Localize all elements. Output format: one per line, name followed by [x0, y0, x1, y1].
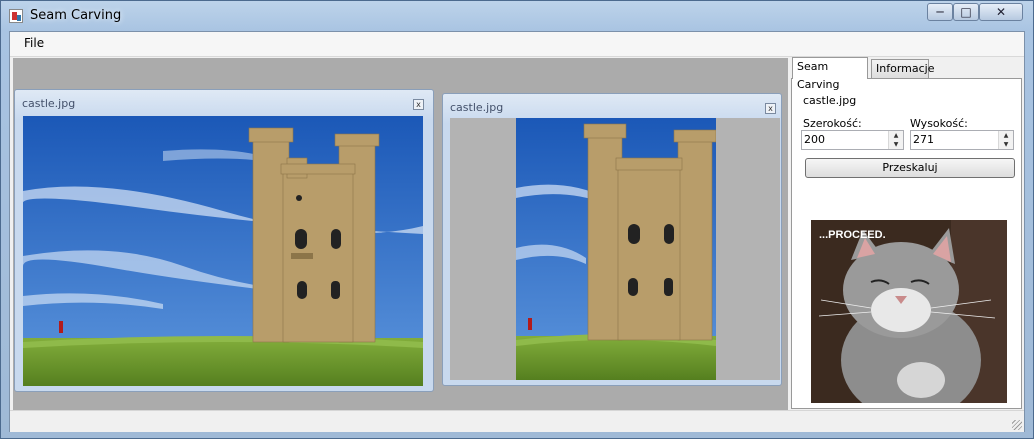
width-label: Szerokość:	[803, 117, 862, 130]
spin-up-icon[interactable]: ▲	[889, 131, 903, 140]
status-bar	[10, 410, 1024, 432]
tab-informacje[interactable]: Informacje	[871, 59, 934, 79]
menu-bar: File	[10, 32, 1024, 57]
height-input[interactable]: 271 ▲ ▼	[910, 130, 1014, 150]
carved-image	[450, 118, 780, 380]
width-value: 200	[804, 133, 825, 146]
height-spinner[interactable]: ▲ ▼	[998, 131, 1013, 149]
maximize-button[interactable]: □	[953, 3, 979, 21]
menu-file[interactable]: File	[24, 36, 44, 50]
spin-down-icon[interactable]: ▼	[999, 140, 1013, 149]
original-image	[23, 116, 423, 386]
castle-photo	[23, 116, 423, 386]
side-panel: Seam Carving Informacje castle.jpg Szero…	[790, 57, 1023, 410]
minimize-button[interactable]: ─	[927, 3, 953, 21]
mdi-area: castle.jpg x castle.jpg x	[13, 58, 788, 410]
original-image-window[interactable]: castle.jpg x	[14, 89, 434, 392]
carved-castle-photo	[516, 118, 716, 380]
client-area: File castle.jpg x castle.jpg x Seam Carv…	[9, 31, 1025, 432]
window-title: Seam Carving	[30, 8, 122, 23]
close-button[interactable]: ✕	[979, 3, 1023, 21]
resize-button[interactable]: Przeskaluj	[805, 158, 1015, 178]
child-title: castle.jpg	[22, 97, 76, 110]
meme-caption: ...PROCEED.	[819, 229, 886, 241]
app-icon	[9, 9, 23, 23]
spin-down-icon[interactable]: ▼	[889, 140, 903, 149]
child-title: castle.jpg	[450, 101, 504, 114]
child-close-icon[interactable]: x	[765, 103, 776, 114]
seam-carving-tab-page: castle.jpg Szerokość: Wysokość: 200 ▲ ▼ 2…	[791, 78, 1022, 409]
cat-meme-image: ...PROCEED.	[811, 220, 1007, 403]
resize-grip-icon[interactable]	[1012, 420, 1022, 430]
title-bar[interactable]: Seam Carving ─ □ ✕	[1, 1, 1033, 31]
height-value: 271	[913, 133, 934, 146]
width-spinner[interactable]: ▲ ▼	[888, 131, 903, 149]
child-close-icon[interactable]: x	[413, 99, 424, 110]
width-input[interactable]: 200 ▲ ▼	[801, 130, 904, 150]
spin-up-icon[interactable]: ▲	[999, 131, 1013, 140]
filename-label: castle.jpg	[803, 94, 857, 107]
app-window: Seam Carving ─ □ ✕ File castle.jpg x cas…	[0, 0, 1034, 439]
cat-picture: ...PROCEED.	[811, 220, 1007, 403]
height-label: Wysokość:	[910, 117, 968, 130]
tab-seam-carving[interactable]: Seam Carving	[792, 57, 868, 91]
carved-image-window[interactable]: castle.jpg x	[442, 93, 782, 386]
